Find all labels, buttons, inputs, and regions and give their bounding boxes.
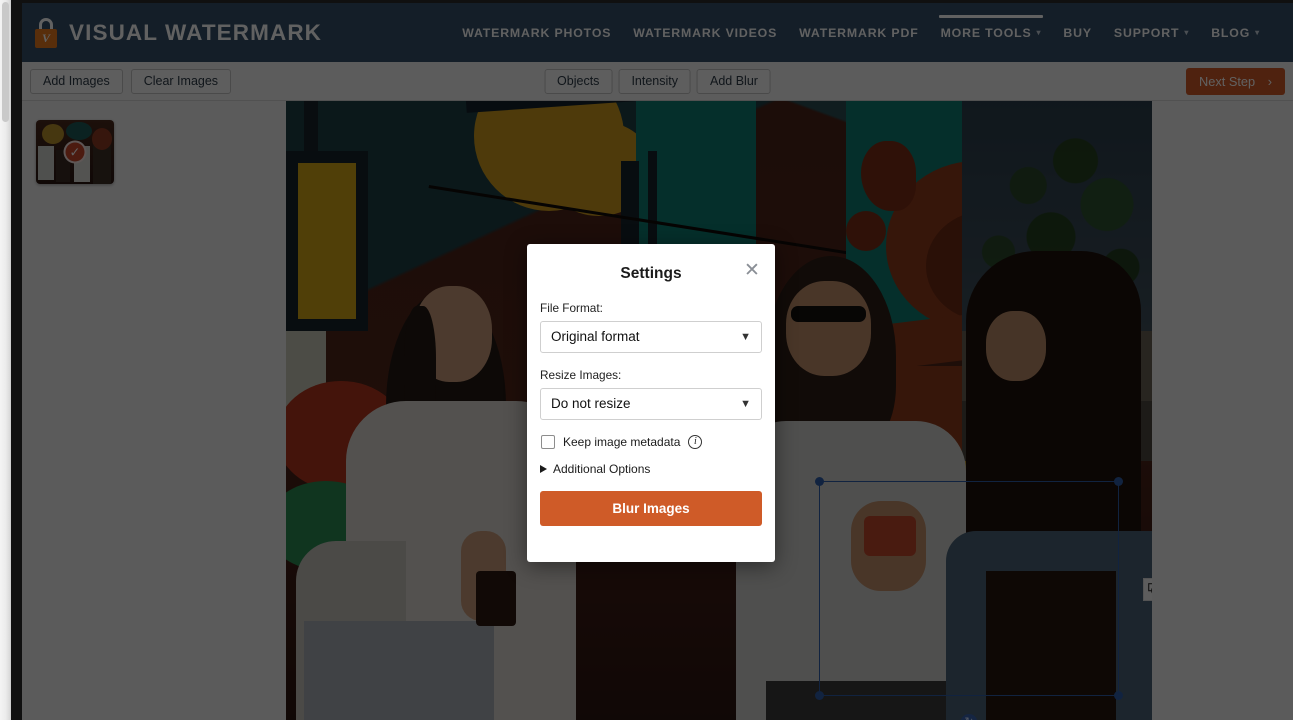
- resize-images-select[interactable]: Do not resize ▼: [540, 388, 762, 420]
- app-window: ✓: [0, 0, 1293, 720]
- blur-images-button[interactable]: Blur Images: [540, 491, 762, 526]
- browser-scrollbar[interactable]: [0, 0, 11, 720]
- dialog-body: File Format: Original format ▼ Resize Im…: [527, 283, 775, 526]
- resize-images-label: Resize Images:: [540, 368, 622, 382]
- file-format-label: File Format:: [540, 301, 603, 315]
- keep-metadata-row: Keep image metadata i: [541, 435, 762, 449]
- settings-dialog: Settings ✕ File Format: Original format …: [527, 244, 775, 562]
- triangle-right-icon: [540, 465, 547, 473]
- close-icon[interactable]: ✕: [741, 261, 763, 283]
- file-format-value: Original format: [551, 329, 640, 344]
- additional-options-toggle[interactable]: Additional Options: [540, 462, 762, 476]
- info-icon[interactable]: i: [688, 435, 703, 449]
- dialog-title: Settings: [620, 265, 682, 282]
- additional-options-label: Additional Options: [553, 462, 651, 476]
- page-content: ✓: [11, 0, 1293, 720]
- scrollbar-thumb[interactable]: [2, 2, 9, 122]
- keep-metadata-checkbox[interactable]: [541, 435, 555, 449]
- chevron-down-icon: ▼: [740, 398, 751, 410]
- file-format-select[interactable]: Original format ▼: [540, 321, 762, 353]
- chevron-down-icon: ▼: [740, 331, 751, 343]
- resize-images-value: Do not resize: [551, 396, 631, 411]
- keep-metadata-label: Keep image metadata: [563, 435, 681, 449]
